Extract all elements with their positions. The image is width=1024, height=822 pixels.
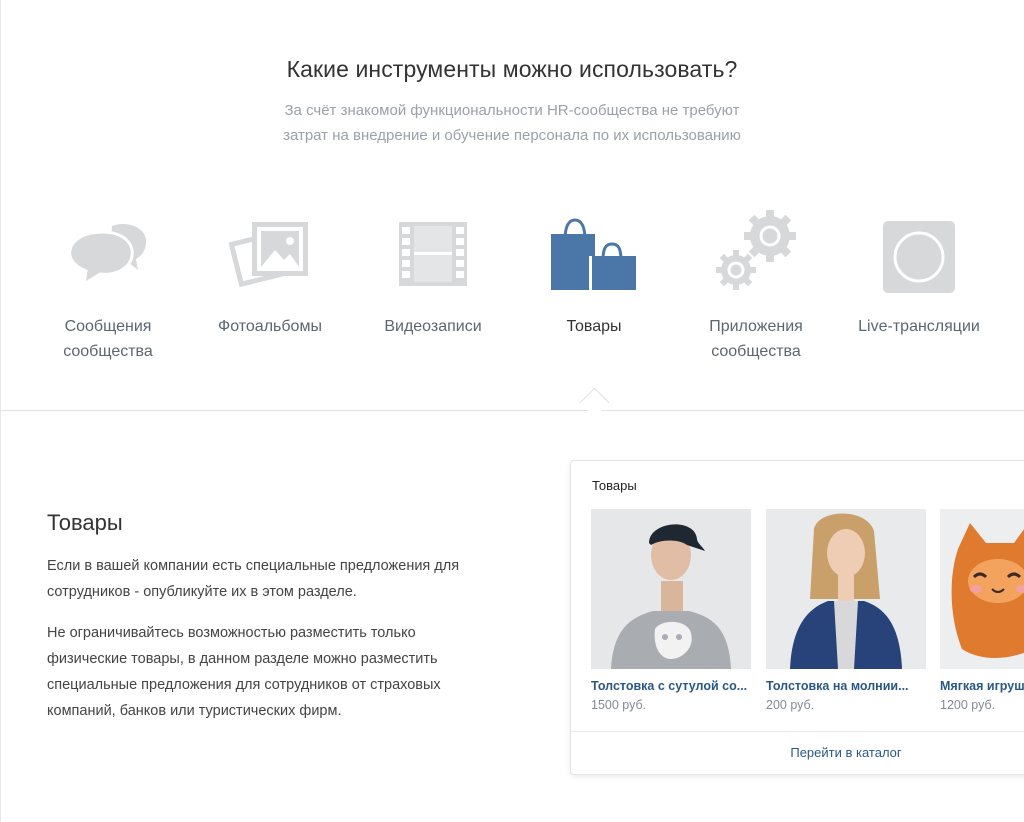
- product-card[interactable]: Толстовка с сутулой со... 1500 руб.: [591, 509, 751, 712]
- page-title: Какие инструменты можно использовать?: [286, 56, 738, 82]
- product-photo[interactable]: [591, 509, 751, 669]
- product-name[interactable]: Мягкая игрушка: [940, 679, 1024, 693]
- sweatshirt-man-image: [591, 509, 751, 669]
- tool-messages-label-2: сообщества: [63, 343, 153, 360]
- video-film-icon: [399, 222, 467, 286]
- detail-paragraph-1: Если в вашей компании есть специальные п…: [47, 558, 460, 600]
- go-to-catalog-link[interactable]: Перейти в каталог: [571, 745, 1024, 760]
- market-widget: Товары Толстовка с сутулой со... 1500 ру…: [570, 460, 1024, 775]
- product-photo[interactable]: [766, 509, 926, 669]
- tool-apps[interactable]: Приложения сообщества: [676, 210, 836, 364]
- page-subtitle: За счёт знакомой функциональности HR-соо…: [212, 98, 812, 148]
- tool-photo-albums-label: Фотоальбомы: [218, 318, 322, 335]
- tools-row: Сообщения сообщества Фотоальбомы Видеоза…: [0, 210, 1024, 370]
- product-price: 1500 руб.: [591, 698, 647, 712]
- product-price: 200 руб.: [766, 698, 815, 712]
- product-name[interactable]: Толстовка с сутулой со...: [591, 679, 751, 693]
- tool-apps-label-2: сообщества: [711, 343, 801, 360]
- zip-hoodie-woman-image: [766, 509, 926, 669]
- product-card[interactable]: Мягкая игрушка 1200 руб.: [940, 509, 1024, 712]
- tool-videos-label: Видеозаписи: [384, 318, 482, 335]
- tool-messages[interactable]: Сообщения сообщества: [28, 210, 188, 364]
- photo-albums-icon: [228, 222, 308, 288]
- detail-paragraph-2: Не ограничивайтесь возможностью размести…: [47, 625, 441, 719]
- tool-goods-label: Товары: [566, 318, 622, 335]
- tool-messages-label-1: Сообщения: [64, 318, 152, 335]
- subtitle-line-1: За счёт знакомой функциональности HR-соо…: [284, 102, 740, 119]
- messages-icon: [68, 224, 147, 288]
- market-widget-separator: [571, 731, 1024, 732]
- market-widget-title: Товары: [592, 478, 637, 493]
- product-card[interactable]: Толстовка на молнии... 200 руб.: [766, 509, 926, 712]
- tool-live[interactable]: Live-трансляции: [839, 210, 999, 339]
- detail-title: Товары: [47, 510, 123, 535]
- plush-cat-image: [940, 509, 1024, 669]
- tool-photo-albums[interactable]: Фотоальбомы: [190, 210, 350, 339]
- tool-live-label: Live-трансляции: [858, 318, 980, 335]
- tool-goods[interactable]: Товары: [514, 210, 674, 339]
- product-photo[interactable]: [940, 509, 1024, 669]
- tool-videos[interactable]: Видеозаписи: [353, 210, 513, 339]
- subtitle-line-2: затрат на внедрение и обучение персонала…: [283, 127, 741, 144]
- section-divider: [0, 410, 1024, 411]
- tool-apps-label-1: Приложения: [709, 318, 803, 335]
- product-price: 1200 руб.: [940, 698, 996, 712]
- live-circle-icon: [883, 221, 955, 293]
- product-name[interactable]: Толстовка на молнии...: [766, 679, 926, 693]
- page-left-border: [0, 0, 1, 822]
- gears-icon: [716, 210, 796, 290]
- shopping-bags-icon: [551, 218, 636, 292]
